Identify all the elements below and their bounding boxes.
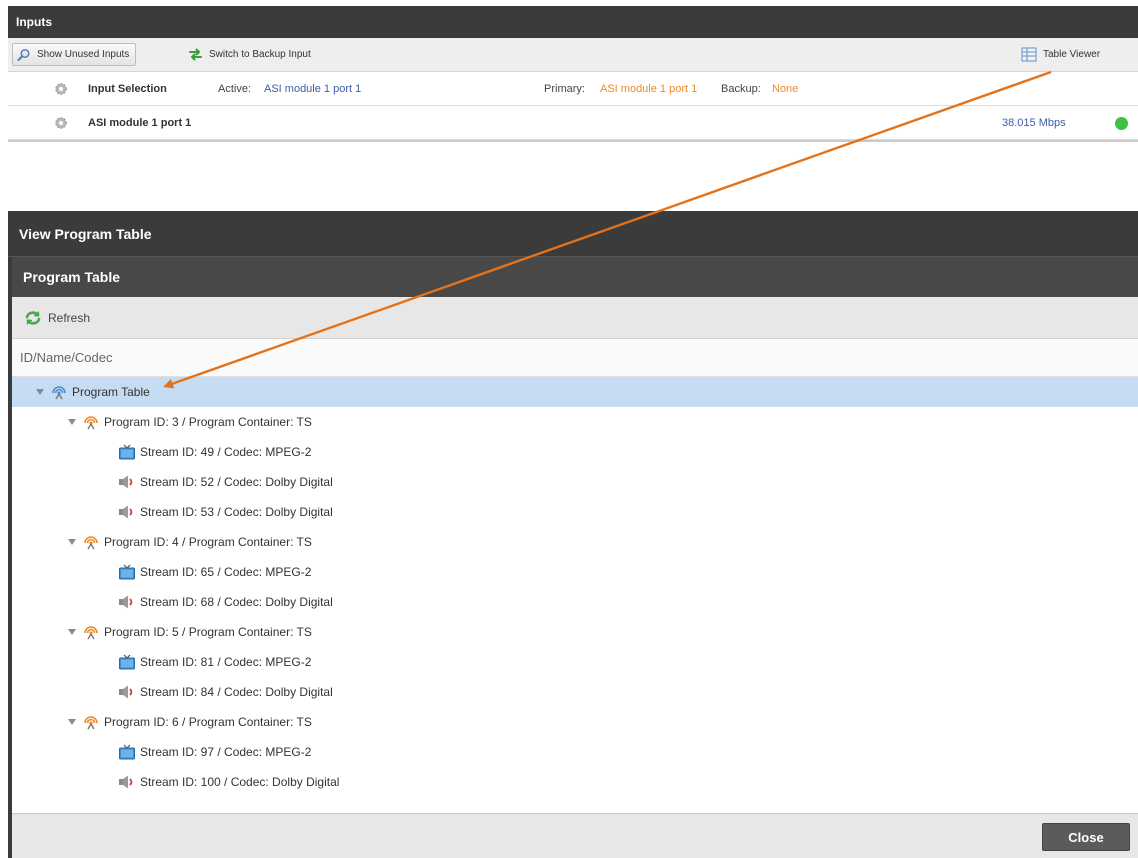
refresh-button[interactable]: Refresh: [24, 310, 90, 326]
tree-row-stream[interactable]: Stream ID: 81 / Codec: MPEG-2: [12, 647, 1138, 677]
column-header-id-name-codec: ID/Name/Codec: [12, 339, 1138, 377]
table-viewer-icon: [1021, 47, 1037, 62]
expand-caret-icon[interactable]: [68, 539, 76, 545]
speaker-icon: [119, 475, 133, 489]
input-selection-name: Input Selection: [88, 83, 167, 95]
expand-caret-icon[interactable]: [68, 719, 76, 725]
expand-caret-icon[interactable]: [68, 419, 76, 425]
close-button[interactable]: Close: [1042, 823, 1130, 851]
broadcast-icon: [84, 536, 98, 550]
dialog-title: View Program Table: [8, 211, 1138, 257]
tree-row-stream[interactable]: Stream ID: 49 / Codec: MPEG-2: [12, 437, 1138, 467]
dialog-footer: Close: [12, 813, 1138, 858]
status-indicator-icon: [1115, 117, 1128, 130]
tree-row-label: Stream ID: 100 / Codec: Dolby Digital: [140, 775, 340, 789]
tree-row-label: Stream ID: 49 / Codec: MPEG-2: [140, 445, 312, 459]
tv-icon: [119, 744, 135, 760]
tree-row-program[interactable]: Program ID: 4 / Program Container: TS: [12, 527, 1138, 557]
tree-row-label: Stream ID: 52 / Codec: Dolby Digital: [140, 475, 333, 489]
active-label: Active:: [218, 83, 252, 95]
tree-row-program[interactable]: Program ID: 6 / Program Container: TS: [12, 707, 1138, 737]
backup-label: Backup:: [721, 83, 761, 95]
tree-row-label: Stream ID: 68 / Codec: Dolby Digital: [140, 595, 333, 609]
speaker-icon: [119, 775, 133, 789]
show-unused-inputs-label: Show Unused Inputs: [37, 49, 130, 60]
tree-row-label: Stream ID: 65 / Codec: MPEG-2: [140, 565, 312, 579]
bitrate-value: 38.015 Mbps: [1002, 117, 1066, 129]
tv-icon: [119, 654, 135, 670]
tv-icon: [119, 444, 135, 460]
refresh-icon: [25, 310, 41, 325]
search-icon: [17, 48, 30, 61]
gear-icon[interactable]: [54, 82, 68, 96]
table-viewer-label: Table Viewer: [1043, 49, 1101, 60]
tree-row-label: Program Table: [72, 385, 150, 399]
expand-caret-icon[interactable]: [68, 629, 76, 635]
broadcast-icon: [84, 416, 98, 430]
inputs-panel-title: Inputs: [8, 6, 1138, 38]
broadcast-icon: [84, 716, 98, 730]
broadcast-icon: [52, 386, 66, 400]
tv-icon: [119, 564, 135, 580]
speaker-icon: [119, 685, 133, 699]
show-unused-inputs-button[interactable]: Show Unused Inputs: [12, 43, 137, 66]
expand-caret-icon[interactable]: [36, 389, 44, 395]
program-table-panel: Program Table Refresh ID/Name/Codec Prog…: [12, 257, 1138, 858]
tree-row-program[interactable]: Program ID: 5 / Program Container: TS: [12, 617, 1138, 647]
tree-row-stream[interactable]: Stream ID: 68 / Codec: Dolby Digital: [12, 587, 1138, 617]
broadcast-icon: [84, 626, 98, 640]
switch-to-backup-button[interactable]: Switch to Backup Input: [184, 43, 317, 66]
switch-to-backup-label: Switch to Backup Input: [209, 49, 311, 60]
tree-row-stream[interactable]: Stream ID: 97 / Codec: MPEG-2: [12, 737, 1138, 767]
tree-row-stream[interactable]: Stream ID: 53 / Codec: Dolby Digital: [12, 497, 1138, 527]
inputs-panel: Inputs Show Unused Inputs Switch to Back…: [8, 6, 1138, 142]
program-tree: Program Table Program ID: 3 / Program Con…: [12, 377, 1138, 797]
refresh-label: Refresh: [48, 310, 91, 325]
tree-row-program-table[interactable]: Program Table: [12, 377, 1138, 407]
backup-value: None: [772, 83, 799, 95]
tree-row-label: Stream ID: 81 / Codec: MPEG-2: [140, 655, 312, 669]
refresh-toolbar: Refresh: [12, 297, 1138, 339]
switch-icon: [189, 48, 202, 61]
tree-row-label: Stream ID: 53 / Codec: Dolby Digital: [140, 505, 333, 519]
program-table-panel-title: Program Table: [12, 257, 1138, 297]
table-viewer-button[interactable]: Table Viewer: [1017, 43, 1106, 66]
view-program-table-dialog: View Program Table Program Table Refresh…: [8, 211, 1138, 858]
tree-row-stream[interactable]: Stream ID: 52 / Codec: Dolby Digital: [12, 467, 1138, 497]
speaker-icon: [119, 595, 133, 609]
tree-row-stream[interactable]: Stream ID: 100 / Codec: Dolby Digital: [12, 767, 1138, 797]
active-value: ASI module 1 port 1: [264, 83, 362, 95]
asi-module-name: ASI module 1 port 1: [88, 117, 192, 129]
tree-row-stream[interactable]: Stream ID: 84 / Codec: Dolby Digital: [12, 677, 1138, 707]
tree-row-label: Program ID: 3 / Program Container: TS: [104, 415, 312, 429]
tree-row-label: Program ID: 6 / Program Container: TS: [104, 715, 312, 729]
gear-icon[interactable]: [54, 116, 68, 130]
speaker-icon: [119, 505, 133, 519]
primary-value: ASI module 1 port 1: [600, 83, 698, 95]
inputs-toolbar: Show Unused Inputs Switch to Backup Inpu…: [8, 38, 1138, 72]
primary-label: Primary:: [544, 83, 585, 95]
tree-row-label: Stream ID: 97 / Codec: MPEG-2: [140, 745, 312, 759]
tree-row-label: Program ID: 4 / Program Container: TS: [104, 535, 312, 549]
tree-row-label: Program ID: 5 / Program Container: TS: [104, 625, 312, 639]
tree-row-label: Stream ID: 84 / Codec: Dolby Digital: [140, 685, 333, 699]
tree-row-program[interactable]: Program ID: 3 / Program Container: TS: [12, 407, 1138, 437]
asi-module-row[interactable]: ASI module 1 port 1 38.015 Mbps: [8, 106, 1138, 140]
tree-row-stream[interactable]: Stream ID: 65 / Codec: MPEG-2: [12, 557, 1138, 587]
input-selection-row[interactable]: Input Selection Active: ASI module 1 por…: [8, 72, 1138, 106]
